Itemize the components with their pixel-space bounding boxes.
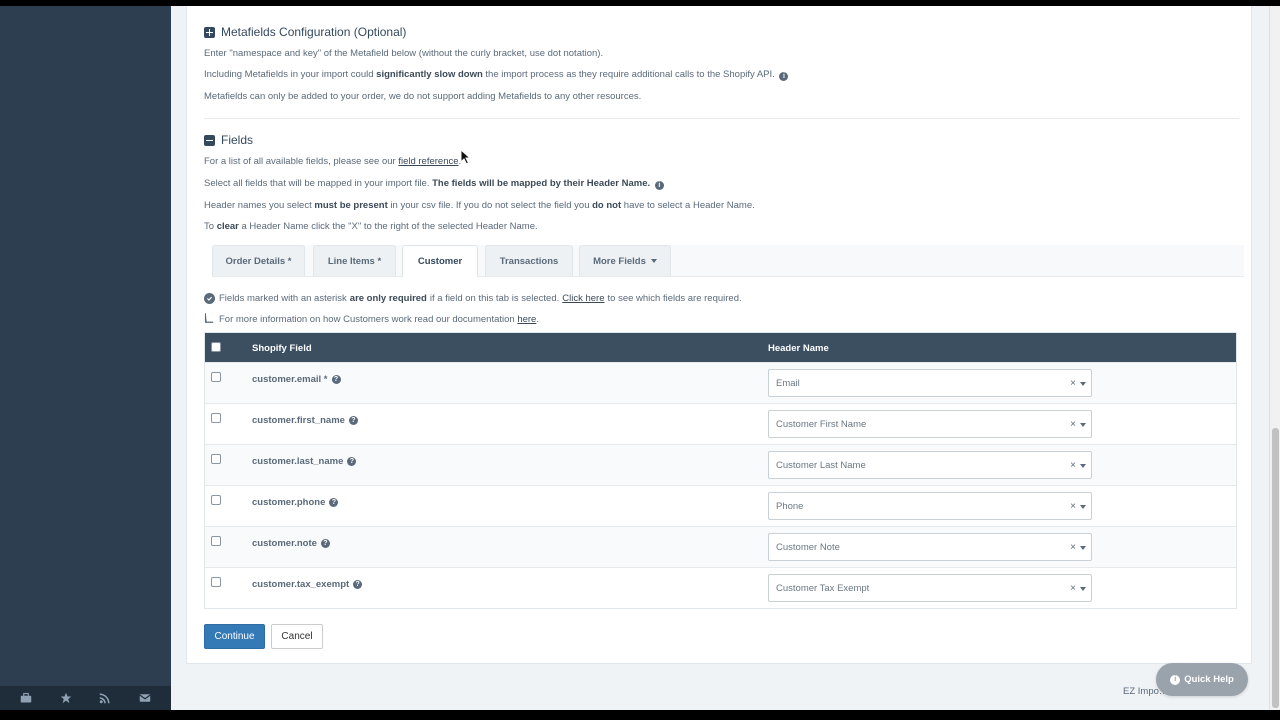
- documentation-notice: For more information on how Customers wo…: [204, 312, 539, 326]
- fields-table: Shopify Field Header Name customer.email…: [204, 332, 1237, 609]
- continue-button[interactable]: Continue: [204, 624, 265, 649]
- select-all-checkbox[interactable]: [211, 342, 221, 352]
- metafields-instructions: Enter "namespace and key" of the Metafie…: [204, 48, 604, 59]
- fields-title: Fields: [221, 133, 254, 147]
- plus-square-icon[interactable]: [204, 26, 215, 38]
- documentation-here-link[interactable]: here: [517, 314, 536, 325]
- clear-x-icon[interactable]: ×: [1070, 501, 1076, 512]
- column-shopify-field: Shopify Field: [252, 343, 312, 354]
- column-header-name: Header Name: [768, 343, 829, 354]
- caret-down-icon: [650, 259, 657, 263]
- page-scrollbar[interactable]: [1269, 6, 1280, 710]
- info-circle-icon[interactable]: i: [654, 181, 664, 190]
- sidebar-footer: [0, 686, 171, 710]
- dropdown-arrow-icon[interactable]: [1080, 464, 1086, 468]
- table-row: customer.email *? Email ×: [205, 362, 1236, 403]
- question-circle-icon[interactable]: ?: [329, 498, 339, 507]
- question-circle-icon[interactable]: ?: [320, 539, 330, 548]
- metafields-toggle[interactable]: Metafields Configuration (Optional): [204, 25, 406, 39]
- row-checkbox[interactable]: [211, 577, 221, 587]
- clear-x-icon[interactable]: ×: [1070, 378, 1076, 389]
- field-name: customer.phone?: [252, 497, 339, 508]
- app-screen: Metafields Configuration (Optional) Ente…: [0, 6, 1280, 710]
- rss-icon[interactable]: [98, 691, 112, 705]
- table-row: customer.last_name? Customer Last Name ×: [205, 444, 1236, 485]
- field-tabs: Order Details * Line Items * Customer Tr…: [212, 245, 1244, 277]
- click-here-link[interactable]: Click here: [562, 293, 604, 304]
- envelope-icon[interactable]: [138, 691, 152, 705]
- tab-line-items[interactable]: Line Items *: [313, 245, 396, 276]
- sidebar: [0, 6, 171, 710]
- metafields-warning: Including Metafields in your import coul…: [204, 69, 789, 81]
- dropdown-arrow-icon[interactable]: [1080, 505, 1086, 509]
- row-checkbox[interactable]: [211, 454, 221, 464]
- row-checkbox[interactable]: [211, 495, 221, 505]
- metafields-note: Metafields can only be added to your ord…: [204, 91, 642, 102]
- quick-help-button[interactable]: i Quick Help: [1156, 663, 1248, 696]
- dropdown-arrow-icon[interactable]: [1080, 546, 1086, 550]
- clear-x-icon[interactable]: ×: [1070, 542, 1076, 553]
- header-name-select[interactable]: Customer Last Name ×: [768, 451, 1092, 479]
- question-circle-icon[interactable]: ?: [353, 580, 363, 589]
- table-row: customer.tax_exempt? Customer Tax Exempt…: [205, 567, 1236, 608]
- dropdown-arrow-icon[interactable]: [1080, 587, 1086, 591]
- section-divider: [204, 118, 1239, 119]
- fields-header-text: Header names you select must be present …: [204, 200, 755, 211]
- field-name: customer.email *?: [252, 374, 341, 385]
- dropdown-arrow-icon[interactable]: [1080, 382, 1086, 386]
- metafields-title: Metafields Configuration (Optional): [221, 25, 407, 39]
- info-circle-icon[interactable]: i: [779, 72, 789, 81]
- book-icon: [204, 312, 219, 326]
- fields-mapping-text: Select all fields that will be mapped in…: [204, 178, 664, 190]
- header-name-select[interactable]: Customer Note ×: [768, 533, 1092, 561]
- header-name-select[interactable]: Email ×: [768, 369, 1092, 397]
- tab-more-fields[interactable]: More Fields: [579, 245, 671, 276]
- check-circle-icon: [204, 293, 215, 304]
- dropdown-arrow-icon[interactable]: [1080, 423, 1086, 427]
- field-name: customer.note?: [252, 538, 330, 549]
- question-circle-icon[interactable]: ?: [347, 457, 357, 466]
- header-name-select[interactable]: Customer First Name ×: [768, 410, 1092, 438]
- fields-reference-text: For a list of all available fields, plea…: [204, 156, 462, 167]
- required-notice: Fields marked with an asterisk are only r…: [204, 293, 742, 304]
- clear-x-icon[interactable]: ×: [1070, 583, 1076, 594]
- field-reference-link[interactable]: field reference: [398, 156, 458, 167]
- fields-clear-text: To clear a Header Name click the "X" to …: [204, 221, 538, 232]
- table-row: customer.phone? Phone ×: [205, 485, 1236, 526]
- field-name: customer.last_name?: [252, 456, 357, 467]
- clear-x-icon[interactable]: ×: [1070, 419, 1076, 430]
- header-name-select[interactable]: Customer Tax Exempt ×: [768, 574, 1092, 602]
- clear-x-icon[interactable]: ×: [1070, 460, 1076, 471]
- tab-order-details[interactable]: Order Details *: [212, 245, 305, 276]
- cancel-button[interactable]: Cancel: [271, 624, 323, 649]
- tab-transactions[interactable]: Transactions: [485, 245, 573, 276]
- question-circle-icon[interactable]: ?: [331, 375, 341, 384]
- mouse-cursor-icon: [460, 149, 472, 165]
- row-checkbox[interactable]: [211, 536, 221, 546]
- question-circle-icon[interactable]: ?: [348, 416, 358, 425]
- info-circle-icon: i: [1170, 674, 1181, 685]
- briefcase-icon[interactable]: [19, 691, 33, 705]
- row-checkbox[interactable]: [211, 413, 221, 423]
- field-name: customer.first_name?: [252, 415, 358, 426]
- header-name-select[interactable]: Phone ×: [768, 492, 1092, 520]
- table-row: customer.note? Customer Note ×: [205, 526, 1236, 567]
- row-checkbox[interactable]: [211, 372, 221, 382]
- import-settings-panel: Metafields Configuration (Optional) Ente…: [186, 6, 1252, 664]
- fields-toggle[interactable]: Fields: [204, 133, 253, 147]
- minus-square-icon[interactable]: [204, 134, 215, 146]
- star-icon[interactable]: [59, 691, 73, 705]
- tab-customer[interactable]: Customer: [402, 245, 478, 277]
- table-row: customer.first_name? Customer First Name…: [205, 403, 1236, 444]
- table-header: Shopify Field Header Name: [205, 333, 1236, 362]
- field-name: customer.tax_exempt?: [252, 579, 363, 590]
- scrollbar-thumb[interactable]: [1272, 428, 1279, 708]
